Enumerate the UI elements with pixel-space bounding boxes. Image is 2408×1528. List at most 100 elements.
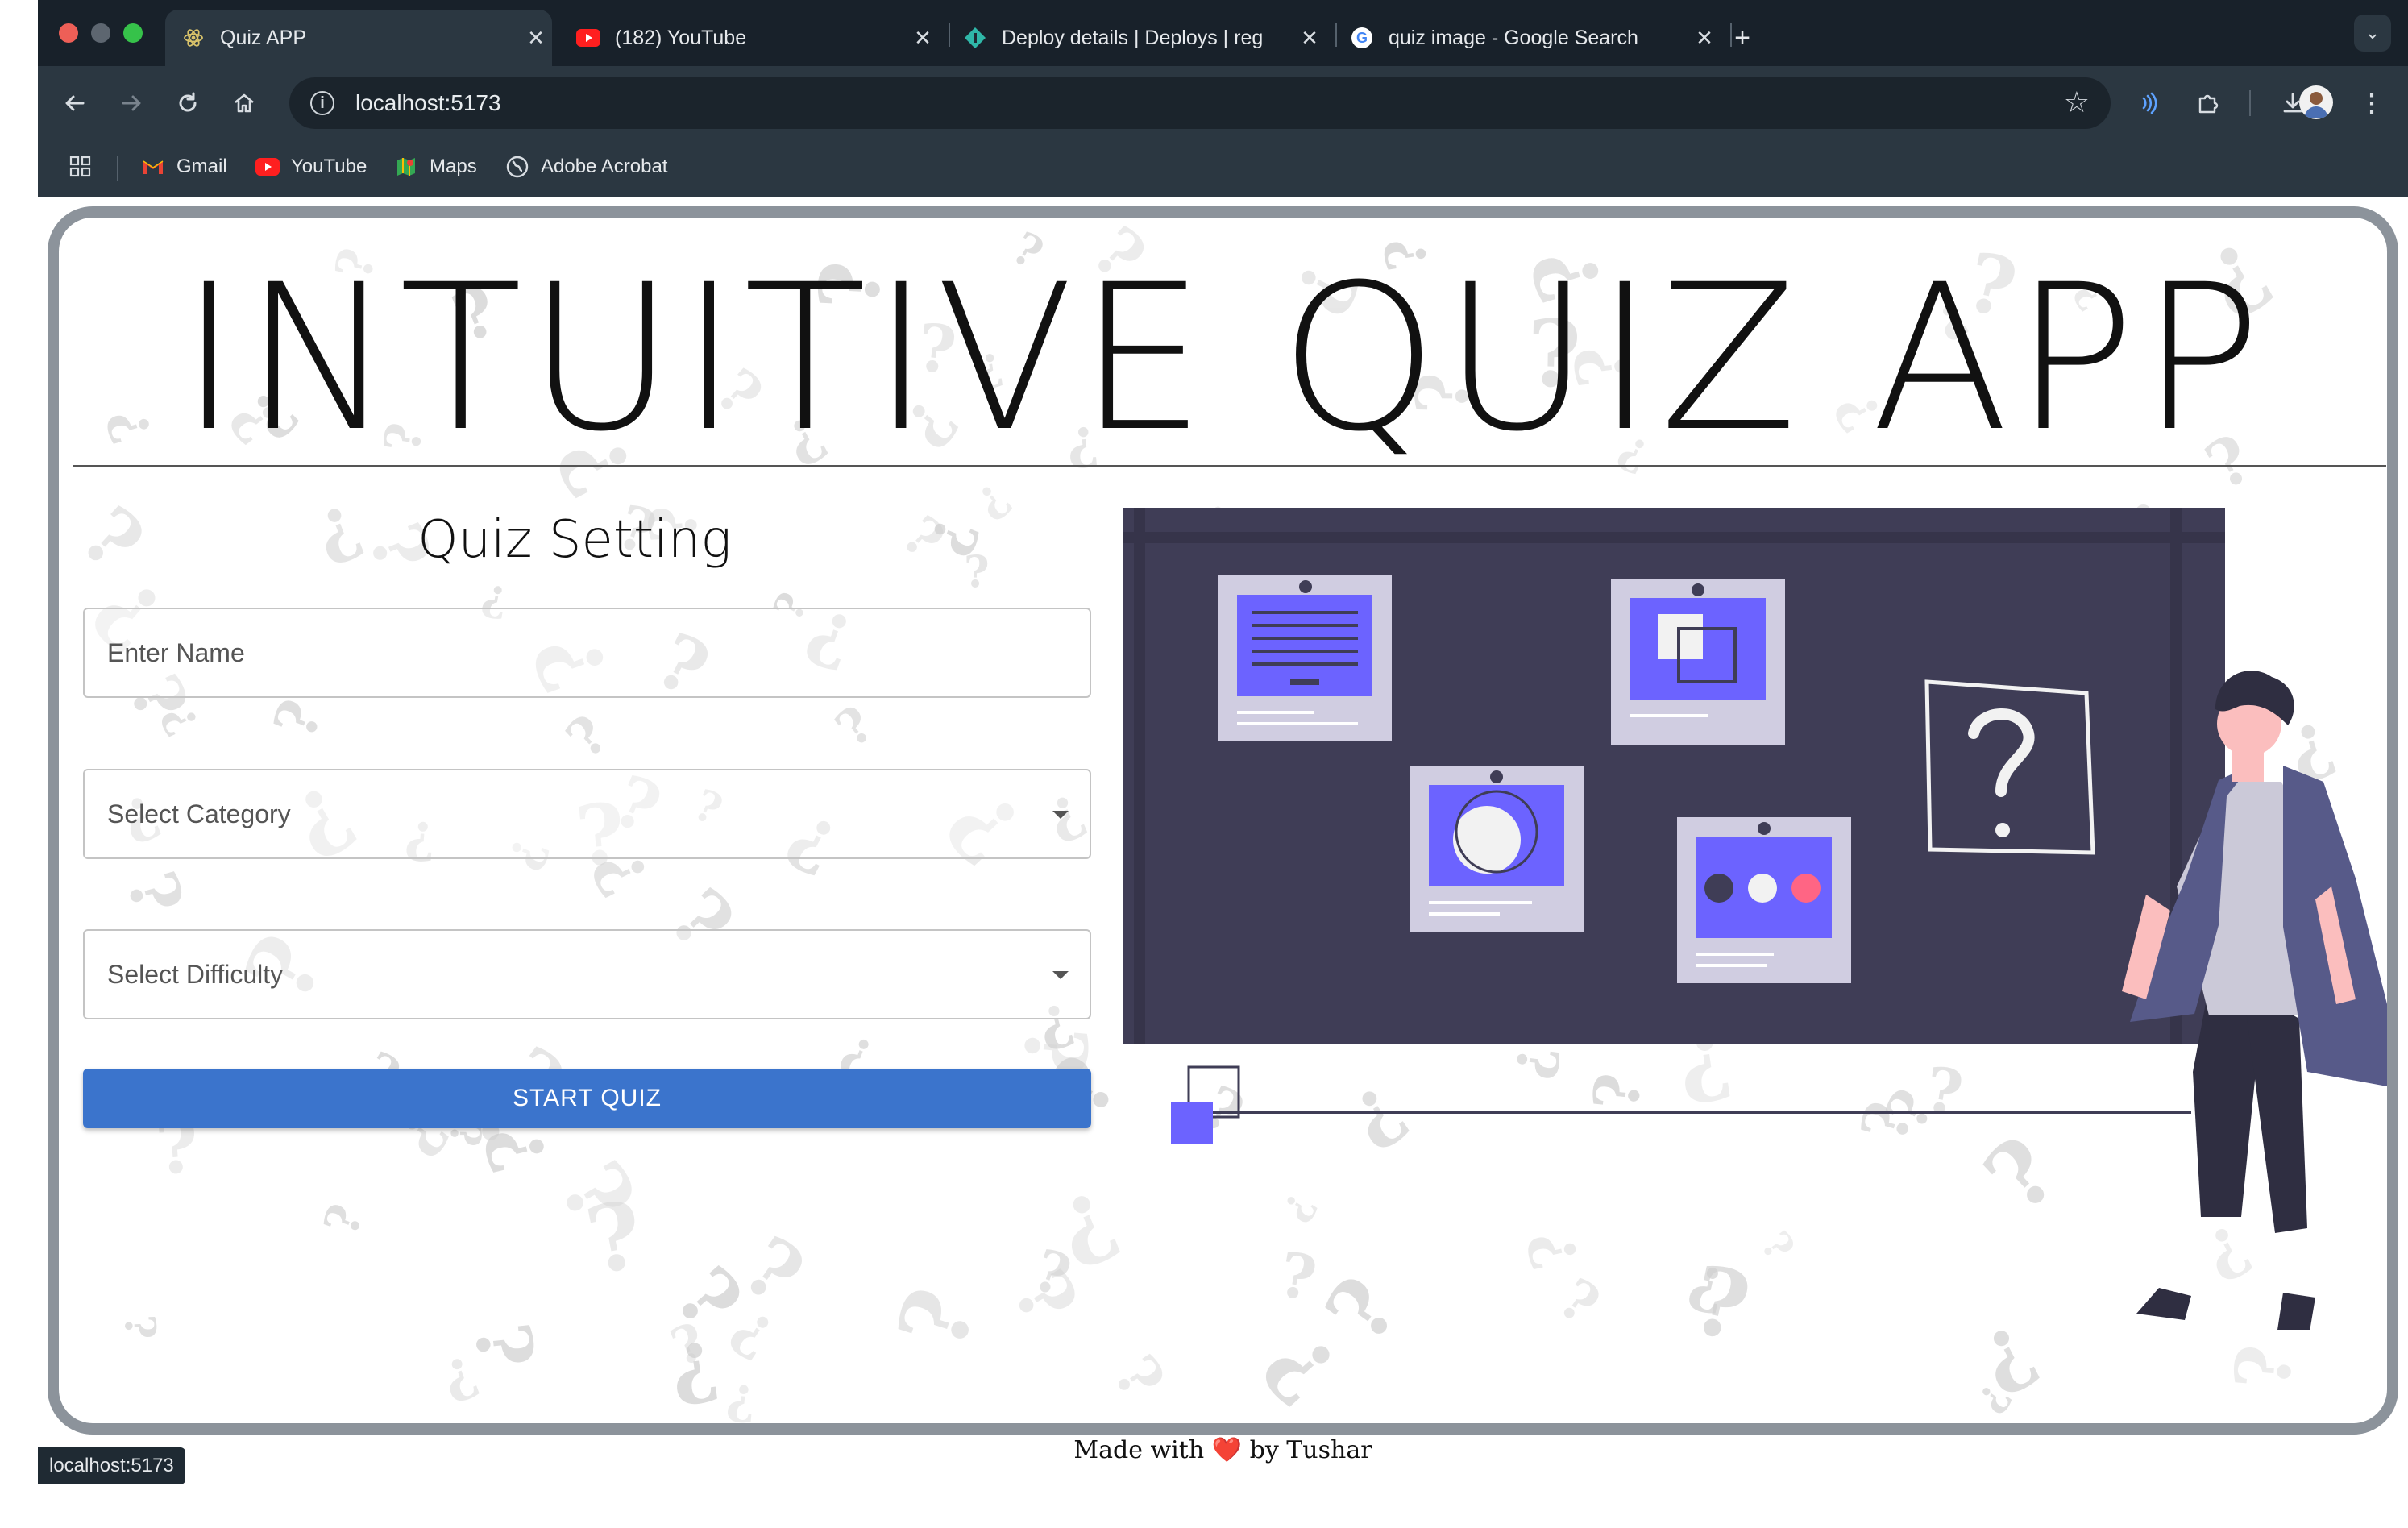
grid-apps-icon: [69, 156, 91, 177]
question-mark-decoration: ?: [915, 508, 993, 566]
chevron-down-icon: ⌄: [2364, 23, 2381, 43]
question-mark-decoration: ¿: [1963, 1372, 2016, 1419]
name-input[interactable]: Enter Name: [83, 608, 1091, 698]
bookmark-adobe-acrobat[interactable]: Adobe Acrobat: [505, 155, 667, 179]
question-mark-decoration: ?: [717, 1295, 787, 1374]
bookmark-maps[interactable]: Maps: [394, 155, 477, 179]
arrow-left-icon: [65, 95, 85, 111]
category-select-placeholder: Select Category: [107, 799, 291, 828]
title-divider: [73, 465, 2386, 467]
difficulty-select-placeholder: Select Difficulty: [107, 960, 284, 989]
app-frame: ¿¿?¿¿?¿??¿????¿?¿?¿?¿?¿???¿¿?¿????¿??¿??…: [48, 206, 2398, 1435]
footer-prefix: Made with: [1073, 1436, 1205, 1464]
difficulty-select[interactable]: Select Difficulty: [83, 929, 1091, 1019]
home-icon: [235, 93, 254, 113]
question-mark-decoration: ?: [1043, 1169, 1134, 1289]
card-text-lines: [1218, 575, 1392, 741]
back-button[interactable]: [57, 85, 93, 121]
question-mark-decoration: ?: [995, 1256, 1094, 1339]
question-mark-decoration: ¿: [268, 694, 345, 751]
question-mark-decoration: ¿: [1022, 1244, 1077, 1319]
maximize-window-button[interactable]: [123, 23, 143, 43]
browser-chrome: Quiz APP ✕ (182) YouTube ✕ Deploy detail…: [38, 0, 2408, 197]
question-mark-decoration: ¿: [1092, 1347, 1171, 1417]
maps-icon: [394, 155, 418, 179]
caret-down-icon: [1052, 811, 1069, 819]
question-mark-decoration: ?: [539, 1144, 656, 1242]
floor-line: [1176, 1111, 2191, 1114]
youtube-icon: [576, 26, 600, 50]
filled-square: [1171, 1102, 1213, 1144]
question-mark-decoration: ?: [434, 1342, 488, 1415]
address-text[interactable]: localhost:5173: [355, 90, 501, 116]
bookmark-youtube[interactable]: YouTube: [255, 155, 367, 179]
reload-button[interactable]: [170, 85, 206, 121]
close-tab-icon[interactable]: ✕: [907, 26, 939, 51]
netlify-icon: [963, 26, 987, 50]
svg-text:G: G: [1356, 30, 1368, 46]
tab-youtube[interactable]: (182) YouTube ✕: [560, 10, 939, 66]
google-icon: G: [1350, 26, 1374, 50]
close-window-button[interactable]: [59, 23, 78, 43]
question-mark-decoration: ¿: [719, 1227, 813, 1335]
start-quiz-button[interactable]: START QUIZ: [83, 1069, 1091, 1128]
bookmark-gmail[interactable]: Gmail: [141, 155, 227, 179]
question-mark-decoration: ?: [1242, 1313, 1359, 1426]
question-mark-decoration: ?: [312, 1197, 375, 1243]
page-viewport: ¿¿?¿¿?¿??¿????¿?¿?¿?¿?¿???¿¿?¿????¿??¿??…: [38, 197, 2408, 1528]
youtube-icon: [255, 155, 280, 179]
tab-search-button[interactable]: ⌄: [2354, 15, 2391, 52]
tab-deploy-details[interactable]: Deploy details | Deploys | reg ✕: [947, 10, 1326, 66]
question-mark-decoration: ?: [150, 697, 210, 744]
heart-icon: ❤️: [1211, 1436, 1243, 1464]
arrow-right-icon: [122, 95, 141, 111]
question-mark-decoration: ¿: [724, 1364, 759, 1426]
question-mark-decoration: ?: [665, 1322, 725, 1423]
browser-menu-button[interactable]: ⋮: [2354, 85, 2389, 121]
question-mark-decoration: ?: [554, 703, 621, 770]
question-mark-decoration: ¿: [884, 509, 951, 578]
bookmark-label: YouTube: [291, 156, 367, 177]
globe-icon: [505, 155, 529, 179]
tab-bar: Quiz APP ✕ (182) YouTube ✕ Deploy detail…: [38, 0, 2408, 66]
question-mark-decoration: ?: [63, 488, 161, 590]
tab-title: Quiz APP: [220, 26, 306, 49]
star-icon[interactable]: ☆: [2064, 85, 2090, 119]
question-mark-decoration: ¿: [665, 1317, 716, 1385]
question-mark-decoration: ¿: [2228, 1342, 2321, 1395]
question-mark-decoration: ?: [876, 1276, 998, 1363]
kebab-menu-icon: ⋮: [2360, 89, 2384, 117]
forward-button[interactable]: [114, 85, 149, 121]
reload-icon: [179, 92, 197, 112]
quiz-illustration: [1123, 508, 2387, 1330]
category-select[interactable]: Select Category: [83, 769, 1091, 859]
home-button[interactable]: [226, 85, 262, 121]
app-title: INTUITIVE QUIZ APP: [179, 241, 2267, 475]
question-mark-decoration: ?: [456, 1318, 550, 1372]
name-input-placeholder: Enter Name: [107, 638, 245, 667]
address-bar[interactable]: i localhost:5173 ☆: [289, 77, 2111, 129]
extension-audio-button[interactable]: [2130, 85, 2165, 121]
tab-quiz-app[interactable]: Quiz APP ✕: [165, 10, 552, 66]
board-stripe: [1134, 508, 1145, 1044]
bookmark-label: Gmail: [176, 156, 227, 177]
question-mark-decoration: ?: [964, 546, 990, 597]
bookmark-label: Maps: [430, 156, 477, 177]
profile-avatar[interactable]: [2299, 85, 2333, 119]
extensions-button[interactable]: [2190, 85, 2225, 121]
footer-credit: Made with ❤️ by Tushar: [38, 1436, 2408, 1464]
tab-google-search[interactable]: G quiz image - Google Search ✕: [1334, 10, 1721, 66]
question-mark-decoration: ¿: [580, 1193, 654, 1310]
site-info-icon[interactable]: i: [310, 91, 334, 115]
close-tab-icon[interactable]: ✕: [520, 26, 552, 51]
question-mark-decoration: ?: [824, 694, 885, 759]
bookmark-divider: [117, 156, 118, 181]
question-mark-decoration: ¿: [647, 1257, 751, 1356]
close-tab-icon[interactable]: ✕: [1293, 26, 1326, 51]
apps-button[interactable]: [69, 155, 93, 179]
minimize-window-button[interactable]: [91, 23, 110, 43]
tab-title: quiz image - Google Search: [1389, 26, 1638, 49]
board-stripe: [1123, 532, 2225, 543]
new-tab-button[interactable]: +: [1714, 10, 1771, 66]
puzzle-icon: [2198, 94, 2219, 114]
